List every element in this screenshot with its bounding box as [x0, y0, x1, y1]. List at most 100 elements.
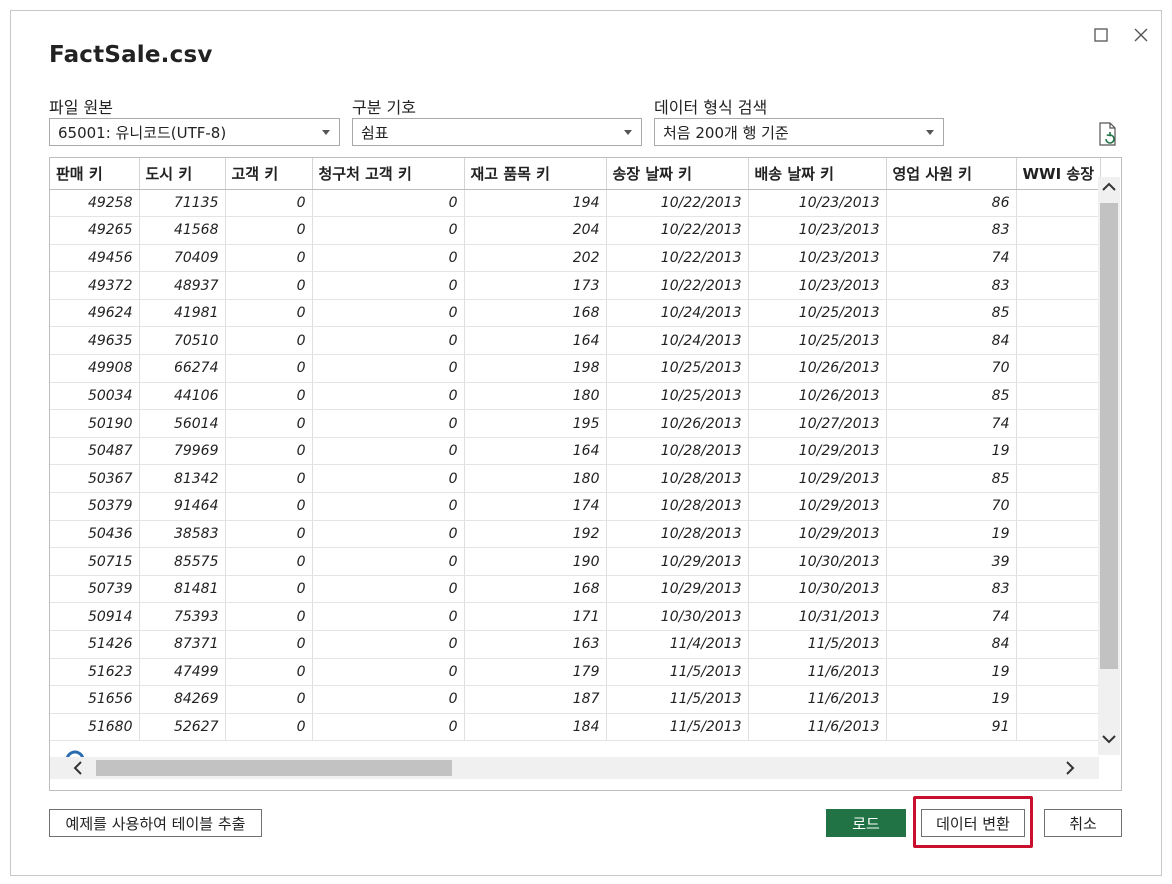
- table-cell: 0: [225, 575, 313, 604]
- close-icon[interactable]: [1127, 21, 1155, 49]
- delimiter-select[interactable]: 쉼표: [352, 118, 642, 146]
- table-cell: 50367: [50, 464, 140, 494]
- data-type-detection-select[interactable]: 처음 200개 행 기준: [654, 118, 944, 146]
- table-cell: 180: [464, 464, 607, 494]
- table-cell: 10/23/2013: [748, 244, 887, 273]
- table-cell: [1016, 189, 1101, 218]
- column-header[interactable]: 고객 키: [225, 158, 313, 190]
- horizontal-scroll-thumb[interactable]: [96, 760, 452, 776]
- table-cell: 204: [464, 216, 607, 245]
- table-cell: 10/30/2013: [606, 602, 749, 631]
- column-header[interactable]: 판매 키: [50, 158, 140, 190]
- table-cell: 0: [312, 437, 465, 466]
- table-cell: 0: [312, 602, 465, 631]
- table-row: 49372 48937 0 0 173 10/22/2013 10/23/2013 83: [50, 271, 1101, 300]
- table-cell: [1016, 685, 1101, 714]
- table-cell: [1016, 437, 1101, 466]
- refresh-document-icon[interactable]: [1097, 121, 1119, 147]
- scroll-left-icon[interactable]: [70, 760, 86, 776]
- table-cell: 0: [312, 382, 465, 411]
- file-origin-select[interactable]: 65001: 유니코드(UTF-8): [49, 118, 340, 146]
- table-row: 49456 70409 0 0 202 10/22/2013 10/23/2013 74: [50, 244, 1101, 273]
- table-cell: [1016, 658, 1101, 687]
- delimiter-label: 구분 기호: [352, 98, 416, 117]
- table-cell: 10/25/2013: [606, 382, 749, 411]
- table-cell: 168: [464, 299, 607, 328]
- table-cell: [1016, 382, 1101, 411]
- dialog-title: FactSale.csv: [49, 42, 213, 68]
- table-cell: 0: [225, 382, 313, 411]
- table-cell: 10/23/2013: [748, 216, 887, 245]
- table-cell: 0: [312, 326, 465, 356]
- table-cell: 10/22/2013: [606, 244, 749, 273]
- table-cell: 10/24/2013: [606, 299, 749, 328]
- table-cell: 0: [312, 464, 465, 494]
- load-button[interactable]: 로드: [826, 809, 906, 837]
- column-header[interactable]: WWI 송장 II: [1016, 158, 1101, 190]
- table-cell: 47499: [139, 658, 226, 687]
- table-cell: 70510: [139, 326, 226, 356]
- horizontal-scrollbar[interactable]: [50, 757, 1099, 779]
- column-header[interactable]: 영업 사원 키: [886, 158, 1017, 190]
- table-cell: [1016, 354, 1101, 383]
- table-cell: 0: [225, 464, 313, 494]
- table-row: 50367 81342 0 0 180 10/28/2013 10/29/2013 85: [50, 464, 1101, 494]
- table-cell: 85575: [139, 547, 226, 576]
- table-cell: 0: [225, 354, 313, 383]
- extract-table-using-examples-button[interactable]: 예제를 사용하여 테이블 추출: [49, 809, 262, 837]
- table-cell: [1016, 602, 1101, 631]
- table-cell: 84269: [139, 685, 226, 714]
- table-cell: 0: [312, 354, 465, 383]
- table-cell: 70: [886, 354, 1017, 383]
- table-cell: 0: [312, 492, 465, 521]
- column-header[interactable]: 송장 날짜 키: [606, 158, 749, 190]
- table-cell: [1016, 216, 1101, 245]
- table-cell: [1016, 713, 1101, 742]
- preview-table: 판매 키 도시 키 고객 키 청구처 고객 키 재고 품목 키 송장 날짜 키 배송 날짜 …: [50, 158, 1101, 742]
- column-header[interactable]: 배송 날짜 키: [748, 158, 887, 190]
- transform-data-button[interactable]: 데이터 변환: [921, 809, 1025, 837]
- column-header[interactable]: 재고 품목 키: [464, 158, 607, 190]
- table-cell: 164: [464, 437, 607, 466]
- table-row: 50034 44106 0 0 180 10/25/2013 10/26/2013 85: [50, 382, 1101, 411]
- table-cell: 10/25/2013: [748, 326, 887, 356]
- vertical-scrollbar[interactable]: [1098, 177, 1120, 755]
- table-cell: 79969: [139, 437, 226, 466]
- table-cell: 49908: [50, 354, 140, 383]
- table-cell: 50034: [50, 382, 140, 411]
- column-header[interactable]: 도시 키: [139, 158, 226, 190]
- column-header[interactable]: 청구처 고객 키: [312, 158, 465, 190]
- scroll-down-icon[interactable]: [1101, 731, 1117, 747]
- table-cell: 0: [225, 189, 313, 218]
- table-cell: 49372: [50, 271, 140, 300]
- table-cell: 52627: [139, 713, 226, 742]
- table-cell: 74: [886, 602, 1017, 631]
- table-cell: 10/27/2013: [748, 409, 887, 438]
- table-cell: 11/5/2013: [606, 713, 749, 742]
- table-cell: 0: [225, 216, 313, 245]
- table-cell: 50715: [50, 547, 140, 576]
- scroll-up-icon[interactable]: [1101, 179, 1117, 195]
- table-cell: 0: [225, 685, 313, 714]
- table-cell: 83: [886, 271, 1017, 300]
- maximize-icon[interactable]: [1087, 21, 1115, 49]
- table-cell: [1016, 244, 1101, 273]
- table-cell: 85: [886, 464, 1017, 494]
- import-dialog: FactSale.csv 파일 원본 65001: 유니코드(UTF-8) 구분…: [10, 10, 1162, 876]
- scroll-right-icon[interactable]: [1062, 760, 1078, 776]
- table-cell: 19: [886, 658, 1017, 687]
- table-cell: 10/29/2013: [606, 547, 749, 576]
- table-row: 50739 81481 0 0 168 10/29/2013 10/30/2013 83: [50, 575, 1101, 604]
- cancel-button[interactable]: 취소: [1044, 809, 1122, 837]
- table-cell: 10/29/2013: [748, 520, 887, 549]
- table-cell: 194: [464, 189, 607, 218]
- table-row: 49908 66274 0 0 198 10/25/2013 10/26/2013 70: [50, 354, 1101, 383]
- table-cell: 50914: [50, 602, 140, 631]
- file-origin-label: 파일 원본: [49, 98, 113, 117]
- table-cell: 74: [886, 244, 1017, 273]
- chevron-down-icon: [624, 130, 632, 135]
- table-cell: 202: [464, 244, 607, 273]
- table-cell: 10/22/2013: [606, 216, 749, 245]
- table-cell: 10/24/2013: [606, 326, 749, 356]
- vertical-scroll-thumb[interactable]: [1100, 203, 1118, 669]
